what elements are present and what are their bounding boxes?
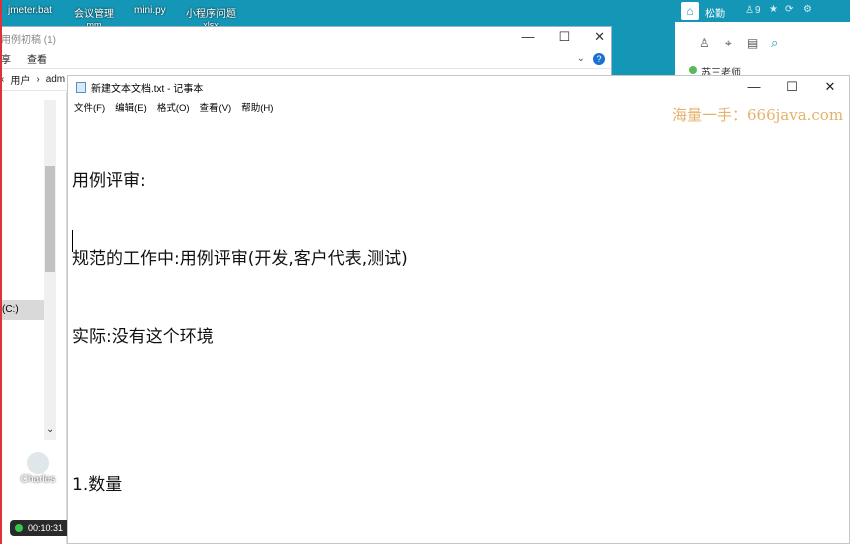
qq-panel: ⌂ 松勤 ♙ 9 ★ ⟳ ⚙ ♙ ⌖ ▤ ⌕ 苏三老师: [675, 0, 850, 79]
menu-view[interactable]: 查看(V): [200, 100, 232, 114]
notepad-title: 新建文本文档.txt - 记事本: [91, 83, 204, 95]
close-icon[interactable]: ✕: [811, 76, 849, 98]
notes-icon[interactable]: ▤: [747, 36, 758, 50]
desktop-icon-mini-py[interactable]: mini.py: [134, 5, 166, 16]
desktop-icon-jmeter[interactable]: jmeter.bat: [8, 5, 52, 16]
desktop-icon-label: 小程序问题: [186, 9, 236, 20]
home-icon[interactable]: ⌂: [681, 2, 699, 20]
search-icon[interactable]: ⌕: [771, 35, 778, 51]
ribbon-tab-share[interactable]: 享: [1, 51, 11, 66]
minimize-icon[interactable]: —: [521, 29, 534, 45]
help-icon[interactable]: ?: [593, 52, 605, 65]
watermark: 海量一手：666java.com: [672, 106, 844, 124]
recording-border: [0, 0, 2, 544]
refresh-icon[interactable]: ⟳: [785, 4, 793, 15]
person-icon[interactable]: ♙: [745, 5, 754, 16]
chevron-right-icon: ›: [36, 74, 40, 85]
star-icon[interactable]: ★: [769, 4, 778, 15]
explorer-title: 用例初稿 (1): [1, 34, 56, 46]
explorer-titlebar[interactable]: 用例初稿 (1): [1, 27, 611, 49]
qq-username: 松勤: [705, 9, 725, 20]
text-caret: [72, 230, 73, 252]
editor-line: 实际:没有这个环境: [72, 327, 214, 347]
recording-time: 00:10:31: [28, 523, 64, 533]
menu-edit[interactable]: 编辑(E): [115, 100, 147, 114]
qq-titlebar: ⌂ 松勤 ♙ 9 ★ ⟳ ⚙: [675, 0, 850, 22]
charles-icon: [27, 452, 49, 474]
maximize-icon[interactable]: ☐: [558, 29, 570, 45]
explorer-ribbon: 享 查看 ⌄ ?: [1, 49, 611, 69]
status-online-icon: [689, 66, 697, 74]
nav-scrollbar-thumb[interactable]: [45, 166, 55, 272]
location-icon[interactable]: ⌖: [725, 36, 732, 51]
recording-timer: 00:10:31: [10, 520, 70, 536]
menu-help[interactable]: 帮助(H): [241, 100, 273, 114]
breadcrumb-item-admin[interactable]: adm: [46, 74, 65, 85]
editor-line: 用例评审:: [72, 171, 146, 191]
nav-item-drive-c[interactable]: (C:): [0, 300, 44, 320]
qq-count: 9: [755, 5, 761, 16]
chevron-down-icon[interactable]: ⌄: [577, 53, 585, 64]
ribbon-tab-view[interactable]: 查看: [27, 51, 47, 66]
menu-file[interactable]: 文件(F): [74, 100, 105, 114]
desktop-icon-label: mini.py: [134, 5, 166, 16]
editor-line: 规范的工作中:用例评审(开发,客户代表,测试): [72, 249, 408, 269]
contacts-icon[interactable]: ♙: [699, 36, 710, 50]
breadcrumb-item-users[interactable]: 用户: [10, 72, 30, 87]
desktop-icon-label: Charles: [20, 474, 56, 485]
recording-dot-icon: [15, 524, 23, 532]
close-icon[interactable]: ✕: [594, 29, 605, 45]
notepad-window-controls: — ☐ ✕: [735, 76, 849, 98]
notepad-icon: [76, 81, 86, 93]
editor-line: 1.数量: [72, 475, 123, 495]
desktop-icon-label: jmeter.bat: [8, 5, 52, 16]
maximize-icon[interactable]: ☐: [773, 76, 811, 98]
nav-item-label: (C:): [2, 304, 19, 315]
desktop-icon-charles[interactable]: Charles: [18, 452, 58, 500]
scroll-down-icon[interactable]: ⌄: [46, 424, 54, 435]
menu-format[interactable]: 格式(O): [157, 100, 190, 114]
minimize-icon[interactable]: —: [735, 76, 773, 98]
desktop-icon-label: 会议管理: [74, 9, 114, 20]
notepad-editor[interactable]: 用例评审: 规范的工作中:用例评审(开发,客户代表,测试) 实际:没有这个环境 …: [72, 116, 408, 544]
notepad-window[interactable]: 新建文本文档.txt - 记事本 — ☐ ✕ 文件(F) 编辑(E) 格式(O)…: [67, 75, 850, 544]
explorer-window-controls: — ☐ ✕: [521, 29, 605, 45]
settings-icon[interactable]: ⚙: [803, 4, 812, 15]
notepad-titlebar[interactable]: 新建文本文档.txt - 记事本: [68, 76, 849, 98]
